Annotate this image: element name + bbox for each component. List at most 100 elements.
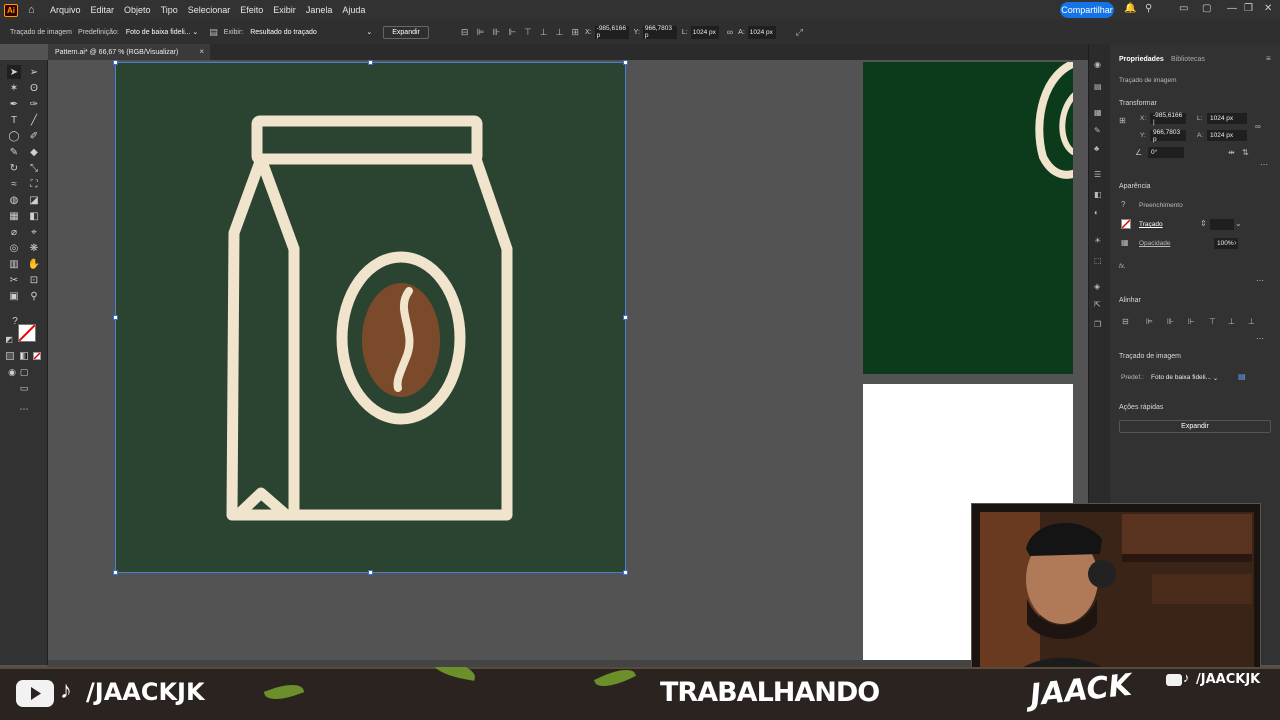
transform-y-field[interactable]: 966,7803 p xyxy=(1150,129,1186,143)
align-hcenter-icon[interactable]: ⊪ xyxy=(1167,317,1174,326)
close-tab-icon[interactable]: × xyxy=(199,47,204,56)
blend-tool-icon[interactable]: ◎ xyxy=(7,241,21,255)
share-button[interactable]: Compartilhar xyxy=(1060,2,1114,18)
zoom-tool-icon[interactable]: ⚲ xyxy=(27,289,41,303)
selection-handle[interactable] xyxy=(368,60,373,65)
selection-tool-icon[interactable]: ➤ xyxy=(7,65,21,79)
artboard-green[interactable] xyxy=(863,60,1082,374)
stroke-dropdown-icon[interactable]: ⌄ xyxy=(1235,219,1242,228)
align-middle-icon[interactable]: ⊥ xyxy=(540,27,548,38)
layers-icon[interactable]: ▦ xyxy=(1094,108,1102,117)
stroke-stepper-icon[interactable]: ⇕ xyxy=(1200,219,1207,228)
selection-handle[interactable] xyxy=(113,570,118,575)
artboard-tool-icon[interactable]: ⊡ xyxy=(27,273,41,287)
selection-handle[interactable] xyxy=(623,60,628,65)
asset-export-icon[interactable]: ❐ xyxy=(1094,320,1101,329)
home-icon[interactable]: ⌂ xyxy=(28,4,40,16)
eraser-tool-icon[interactable]: ◆ xyxy=(27,145,41,159)
eyedropper-tool-icon[interactable]: ⌀ xyxy=(7,225,21,239)
menu-exibir[interactable]: Exibir xyxy=(273,5,296,15)
align-to-icon[interactable]: ⊟ xyxy=(1122,317,1129,326)
edit-toolbar-icon[interactable]: ▭ xyxy=(17,381,31,395)
align-vcenter-icon[interactable]: ⊥ xyxy=(1228,317,1235,326)
align-bottom-icon[interactable]: ⊥ xyxy=(556,27,564,38)
opacity-label[interactable]: Opacidade xyxy=(1139,240,1170,247)
swap-colors-icon[interactable]: ◩ xyxy=(2,332,16,346)
measure-tool-icon[interactable]: ⌖ xyxy=(27,225,41,239)
export-icon[interactable]: ⇱ xyxy=(1094,300,1101,309)
selection-handle[interactable] xyxy=(368,570,373,575)
menu-objeto[interactable]: Objeto xyxy=(124,5,151,15)
canvas-area[interactable] xyxy=(48,60,1088,665)
reference-point-icon[interactable]: ⊞ xyxy=(1119,116,1126,125)
width-field[interactable]: 1024 px xyxy=(690,25,719,39)
more-tools-icon[interactable]: ⋯ xyxy=(17,402,31,416)
ellipse-tool-icon[interactable]: ◯ xyxy=(7,129,21,143)
menu-editar[interactable]: Editar xyxy=(91,5,115,15)
artboards-icon[interactable]: ◈ xyxy=(1094,282,1100,291)
align-to-icon[interactable]: ⊟ xyxy=(461,27,469,38)
screen-mode-icon[interactable]: ▢ xyxy=(17,365,31,379)
selection-handle[interactable] xyxy=(113,60,118,65)
libraries-icon[interactable]: ▤ xyxy=(1094,82,1102,91)
live-paint-tool-icon[interactable]: ◪ xyxy=(27,193,41,207)
gradient-mode-icon[interactable] xyxy=(20,352,28,360)
stroke-swatch[interactable] xyxy=(1121,219,1131,229)
none-mode-icon[interactable] xyxy=(33,352,41,360)
align-right-icon[interactable]: ⊩ xyxy=(1188,317,1195,326)
print-tiling-tool-icon[interactable]: ▣ xyxy=(7,289,21,303)
expand-button[interactable]: Expandir xyxy=(383,25,429,39)
quick-expand-button[interactable]: Expandir xyxy=(1119,420,1271,433)
shape-builder-tool-icon[interactable]: ◍ xyxy=(7,193,21,207)
more-options-icon[interactable]: ⋯ xyxy=(1260,160,1268,169)
search-icon[interactable]: ⚲ xyxy=(1145,3,1152,14)
menu-tipo[interactable]: Tipo xyxy=(161,5,178,15)
flip-vertical-icon[interactable]: ⇅ xyxy=(1242,148,1249,157)
align-left-icon[interactable]: ⊫ xyxy=(476,27,484,38)
trace-panel-icon[interactable]: ▤ xyxy=(1238,372,1246,381)
direct-selection-tool-icon[interactable]: ➢ xyxy=(27,65,41,79)
paintbrush-tool-icon[interactable]: ✐ xyxy=(27,129,41,143)
selection-handle[interactable] xyxy=(623,315,628,320)
align-left-icon[interactable]: ⊫ xyxy=(1146,317,1153,326)
symbol-sprayer-tool-icon[interactable]: ❋ xyxy=(27,241,41,255)
tab-libraries[interactable]: Bibliotecas xyxy=(1171,56,1205,63)
trace-preset-select[interactable]: Foto de baixa fideli... ⌄ xyxy=(1148,372,1226,383)
hand-tool-icon[interactable]: ✋ xyxy=(27,257,41,271)
panel-menu-icon[interactable]: ≡ xyxy=(1266,54,1271,63)
fx-button[interactable]: fx. xyxy=(1119,263,1126,270)
preset-select[interactable]: Foto de baixa fideli... ⌄ xyxy=(122,25,202,39)
lasso-tool-icon[interactable]: ʘ xyxy=(27,81,41,95)
fill-stroke-swatch[interactable] xyxy=(18,324,36,342)
gradient-icon[interactable]: ◧ xyxy=(1094,190,1102,199)
shaper-tool-icon[interactable]: ✎ xyxy=(7,145,21,159)
workspace-icon[interactable]: ▭ xyxy=(1179,3,1188,14)
link-icon[interactable]: ∞ xyxy=(727,27,733,37)
more-options-icon[interactable]: ⋯ xyxy=(1256,334,1264,343)
free-transform-tool-icon[interactable]: ⛶ xyxy=(27,177,41,191)
close-icon[interactable]: ✕ xyxy=(1264,3,1272,14)
flip-horizontal-icon[interactable]: ⇹ xyxy=(1228,148,1235,157)
warp-tool-icon[interactable]: ≈ xyxy=(7,177,21,191)
color-mode-icon[interactable] xyxy=(6,352,14,360)
transform-x-field[interactable]: -985,6166 | xyxy=(1150,112,1186,126)
stroke-label[interactable]: Traçado xyxy=(1139,221,1163,228)
magic-wand-tool-icon[interactable]: ✶ xyxy=(7,81,21,95)
arrange-icon[interactable]: ▢ xyxy=(1202,3,1211,14)
selection-handle[interactable] xyxy=(623,570,628,575)
constrain-proportions-icon[interactable]: ∞ xyxy=(1255,122,1261,131)
menu-efeito[interactable]: Efeito xyxy=(240,5,263,15)
brushes-icon[interactable]: ✎ xyxy=(1094,126,1101,135)
opacity-arrow-icon[interactable]: › xyxy=(1234,238,1237,247)
view-select[interactable]: Resultado do traçado ⌄ xyxy=(247,25,376,39)
rotate-angle-field[interactable]: 0° xyxy=(1148,147,1184,158)
menu-ajuda[interactable]: Ajuda xyxy=(342,5,365,15)
graphic-styles-icon[interactable]: ⬚ xyxy=(1094,256,1102,265)
align-top-icon[interactable]: ⊤ xyxy=(524,27,532,38)
x-field[interactable]: -985,6166 p xyxy=(594,25,629,39)
restore-icon[interactable]: ❐ xyxy=(1244,3,1253,14)
tab-properties[interactable]: Propriedades xyxy=(1119,56,1164,63)
appearance-icon[interactable]: ☀ xyxy=(1094,236,1101,245)
reference-point-icon[interactable]: ⊞ xyxy=(571,27,579,38)
selection-handle[interactable] xyxy=(113,315,118,320)
